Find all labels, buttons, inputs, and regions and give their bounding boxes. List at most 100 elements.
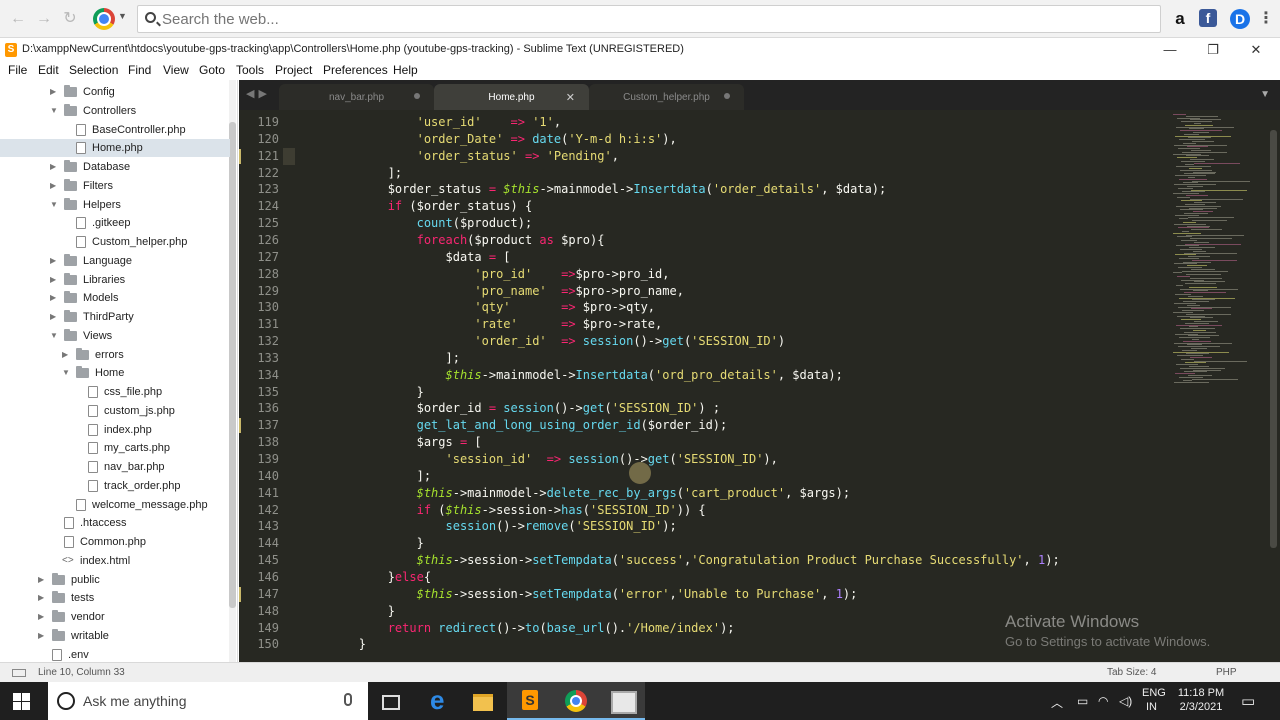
sidebar-scrollbar-thumb[interactable] [229, 122, 236, 608]
chevron-down-icon[interactable]: ▼ [118, 11, 127, 21]
sidebar-item[interactable]: ▶ public [0, 571, 230, 589]
sidebar-item[interactable]: ▶ ThirdParty [0, 308, 230, 326]
editor-scrollbar-thumb[interactable] [1270, 130, 1277, 548]
tab-dirty-dot-icon[interactable] [414, 93, 420, 99]
profile-extension-icon[interactable]: D [1230, 9, 1250, 29]
sidebar-item[interactable]: index.php [0, 421, 230, 439]
chevron-right-icon[interactable]: ▶ [62, 346, 68, 364]
code-line[interactable]: if ($this->session->has('SESSION_ID')) { [301, 502, 706, 519]
sidebar-item[interactable]: <> index.html [0, 552, 230, 570]
cortana-search-box[interactable]: Ask me anything [48, 682, 368, 720]
code-line[interactable]: ]; [301, 468, 431, 485]
more-menu-icon[interactable]: ⋮ [1256, 9, 1276, 29]
chevron-right-icon[interactable]: ▶ [50, 83, 56, 101]
chrome-taskbar-icon[interactable] [553, 682, 599, 720]
sidebar-item[interactable]: welcome_message.php [0, 496, 230, 514]
code-line[interactable]: foreach($product as $pro){ [301, 232, 605, 249]
sidebar-item[interactable]: ▼ Helpers [0, 196, 230, 214]
tab-nav-bar-php[interactable]: nav_bar.php [279, 84, 434, 110]
sidebar-item[interactable]: css_file.php [0, 383, 230, 401]
menu-edit[interactable]: Edit [38, 63, 59, 77]
microphone-icon[interactable] [344, 693, 352, 706]
task-view-icon[interactable] [367, 682, 413, 720]
code-line[interactable]: ]; [301, 350, 459, 367]
tab-custom-helper-php[interactable]: Custom_helper.php [589, 84, 744, 110]
code-line[interactable]: get_lat_and_long_using_order_id($order_i… [301, 417, 728, 434]
code-editor[interactable]: 119 'user_id' => '1', 120 'order_Date' =>… [239, 110, 1280, 662]
close-tab-icon[interactable]: ✕ [566, 91, 575, 104]
code-line[interactable]: } [301, 384, 424, 401]
edge-browser-icon[interactable] [416, 682, 462, 720]
sidebar-item[interactable]: ▼ Controllers [0, 102, 230, 120]
menu-selection[interactable]: Selection [69, 63, 118, 77]
sidebar-item[interactable]: .htaccess [0, 514, 230, 532]
menu-preferences[interactable]: Preferences [323, 63, 388, 77]
menu-find[interactable]: Find [128, 63, 151, 77]
menu-goto[interactable]: Goto [199, 63, 225, 77]
code-line[interactable]: 'order_status' => 'Pending', [301, 148, 619, 165]
sidebar-item[interactable]: ▶ Models [0, 289, 230, 307]
code-line[interactable]: $order_status = $this->mainmodel->Insert… [301, 181, 887, 198]
windows-start-icon[interactable] [13, 693, 30, 710]
code-line[interactable]: 'pro_id' =>$pro->pro_id, [301, 266, 669, 283]
network-icon[interactable]: ▭ [1077, 694, 1088, 708]
sidebar-item[interactable]: Home.php [0, 139, 230, 158]
sublime-text-taskbar-icon[interactable] [507, 682, 553, 720]
code-line[interactable]: 'session_id' => session()->get('SESSION_… [301, 451, 777, 468]
sidebar-item[interactable]: ▼ Views [0, 327, 230, 345]
maximize-button[interactable]: ❐ [1198, 40, 1228, 60]
forward-icon[interactable]: → [34, 9, 54, 29]
facebook-extension-icon[interactable]: f [1199, 9, 1217, 27]
sidebar-item[interactable]: .env [0, 646, 230, 663]
chevron-down-icon[interactable]: ▼ [50, 327, 58, 345]
syntax-indicator[interactable]: PHP [1216, 667, 1237, 678]
web-search-box[interactable] [137, 5, 1161, 33]
sidebar-item[interactable]: Custom_helper.php [0, 233, 230, 251]
tray-chevron-up-icon[interactable]: ︿ [1051, 694, 1063, 711]
code-line[interactable]: 'user_id' => '1', [301, 114, 562, 131]
code-line[interactable]: return redirect()->to(base_url().'/Home/… [301, 620, 735, 637]
chevron-down-icon[interactable]: ▼ [62, 364, 70, 382]
menu-project[interactable]: Project [275, 63, 312, 77]
clock[interactable]: 11:18 PM 2/3/2021 [1176, 687, 1226, 720]
sidebar-item[interactable]: ▶ Database [0, 158, 230, 176]
amazon-extension-icon[interactable]: a [1170, 9, 1190, 29]
menu-help[interactable]: Help [393, 63, 418, 77]
notifications-icon[interactable]: ▭ [1241, 692, 1255, 710]
volume-icon[interactable]: ◁) [1119, 694, 1132, 708]
menu-file[interactable]: File [8, 63, 27, 77]
sidebar-item[interactable]: .gitkeep [0, 214, 230, 232]
code-line[interactable]: 'order_id' => session()->get('SESSION_ID… [301, 333, 785, 350]
app-window-taskbar-icon[interactable] [599, 682, 645, 720]
chevron-right-icon[interactable]: ▶ [38, 627, 44, 645]
code-line[interactable]: $this->mainmodel->Insertdata('ord_pro_de… [301, 367, 842, 384]
chevron-right-icon[interactable]: ▶ [50, 252, 56, 270]
sidebar-item[interactable]: my_carts.php [0, 439, 230, 457]
chevron-right-icon[interactable]: ▶ [50, 308, 56, 326]
sidebar-item[interactable]: BaseController.php [0, 121, 230, 139]
tab-home-php[interactable]: Home.php ✕ [434, 84, 589, 110]
chevron-right-icon[interactable]: ▶ [50, 289, 56, 307]
sidebar-item[interactable]: ▶ Filters [0, 177, 230, 195]
tab-dirty-dot-icon[interactable] [724, 93, 730, 99]
code-line[interactable]: 'qty' => $pro->qty, [301, 299, 655, 316]
minimap[interactable] [1169, 110, 1261, 662]
sidebar-item[interactable]: ▶ vendor [0, 608, 230, 626]
sidebar-item[interactable]: track_order.php [0, 477, 230, 495]
close-window-button[interactable]: ✕ [1241, 40, 1271, 60]
code-line[interactable]: 'pro_name' =>$pro->pro_name, [301, 283, 684, 300]
menu-view[interactable]: View [163, 63, 189, 77]
language-indicator[interactable]: ENG IN [1142, 687, 1166, 720]
menu-tools[interactable]: Tools [236, 63, 264, 77]
chrome-logo-icon[interactable] [93, 8, 115, 30]
sidebar-item[interactable]: custom_js.php [0, 402, 230, 420]
sidebar-item[interactable]: ▶ Language [0, 252, 230, 270]
code-line[interactable]: $order_id = session()->get('SESSION_ID')… [301, 400, 721, 417]
code-line[interactable]: ]; [301, 165, 402, 182]
code-line[interactable]: if ($order_status) { [301, 198, 533, 215]
code-line[interactable]: $args = [ [301, 434, 482, 451]
sidebar-item[interactable]: ▶ Config [0, 83, 230, 101]
chevron-down-icon[interactable]: ▼ [50, 196, 58, 214]
code-line[interactable]: $this->mainmodel->delete_rec_by_args('ca… [301, 485, 851, 502]
chevron-right-icon[interactable]: ▶ [38, 589, 44, 607]
